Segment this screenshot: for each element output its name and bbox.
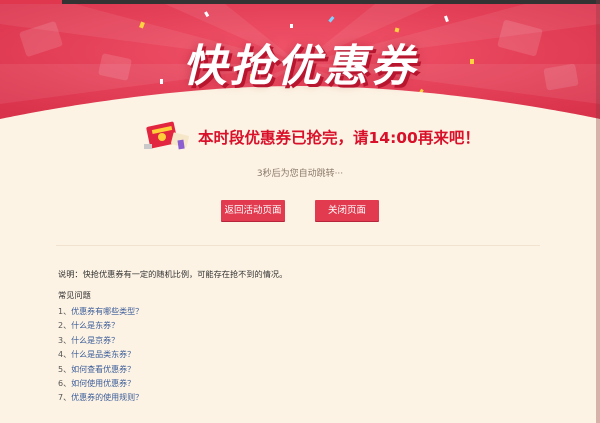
faq-list: 1、优惠券有哪些类型？ 2、什么是东券？ 3、什么是京券？ 4、什么是品类东券？… bbox=[58, 305, 143, 406]
close-page-button[interactable]: 关闭页面 bbox=[315, 200, 379, 221]
faq-link-jing-coupon[interactable]: 3、什么是京券？ bbox=[58, 334, 143, 348]
faq-link-view-coupons[interactable]: 5、如何查看优惠券？ bbox=[58, 363, 143, 377]
divider bbox=[56, 245, 540, 246]
red-envelope-gift-icon bbox=[144, 121, 190, 150]
faq-title: 常见问题 bbox=[58, 290, 91, 300]
page-edge bbox=[596, 0, 600, 423]
redirect-countdown: 3秒后为您自动跳转··· bbox=[256, 169, 344, 179]
sold-out-notice: 本时段优惠券已抢完，请14:00再来吧！ bbox=[140, 118, 480, 156]
faq-link-dong-coupon[interactable]: 2、什么是东券？ bbox=[58, 319, 143, 333]
sold-out-message: 本时段优惠券已抢完，请14:00再来吧！ bbox=[198, 129, 480, 147]
faq-link-coupon-rules[interactable]: 7、优惠券的使用规则？ bbox=[58, 391, 143, 405]
faq-link-category-coupon[interactable]: 4、什么是品类东券？ bbox=[58, 348, 143, 362]
faq-link-coupon-types[interactable]: 1、优惠券有哪些类型？ bbox=[58, 305, 143, 319]
explanation-note: 说明：快抢优惠券有一定的随机比例，可能存在抢不到的情况。 bbox=[58, 269, 288, 279]
banner-title: 快抢优惠券 bbox=[182, 41, 418, 92]
faq-link-use-coupons[interactable]: 6、如何使用优惠券？ bbox=[58, 377, 143, 391]
promo-banner: 快抢优惠券 bbox=[0, 4, 600, 124]
back-to-activity-button[interactable]: 返回活动页面 bbox=[221, 200, 285, 221]
